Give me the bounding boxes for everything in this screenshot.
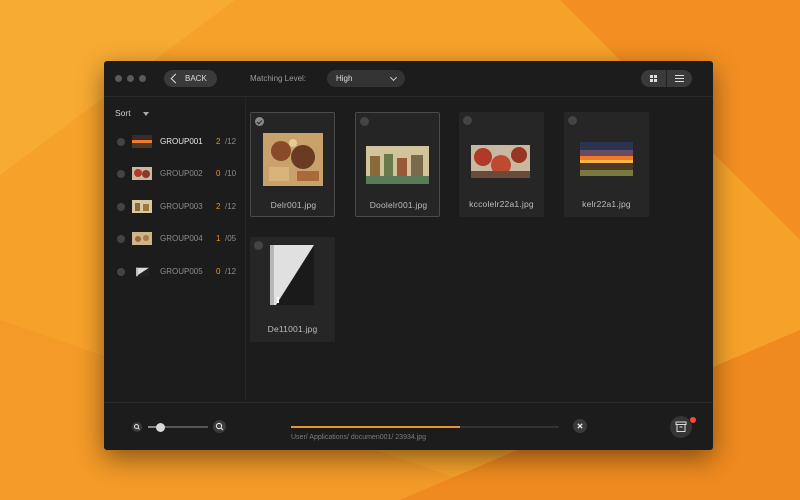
notification-badge	[689, 416, 697, 424]
checkmark-icon[interactable]	[255, 117, 264, 126]
close-icon	[577, 423, 583, 429]
back-button-label: BACK	[185, 74, 207, 83]
zoom-out-button[interactable]	[132, 422, 142, 432]
group-name: GROUP004	[160, 234, 203, 243]
group-count: 2	[216, 137, 221, 146]
group-name: GROUP003	[160, 202, 203, 211]
group-name: GROUP002	[160, 169, 203, 178]
back-button[interactable]: BACK	[164, 70, 217, 87]
group-radio[interactable]	[117, 170, 125, 178]
app-window: BACK Matching Level: High Sort GROUP001 …	[104, 61, 713, 450]
chevron-left-icon	[170, 73, 181, 84]
file-name: kelr22a1.jpg	[582, 199, 631, 209]
file-card[interactable]: kccolelr22a1.jpg	[459, 112, 544, 217]
select-checkbox[interactable]	[360, 117, 369, 126]
archive-box-icon	[675, 421, 687, 432]
matching-level-select[interactable]: High	[327, 70, 405, 87]
scan-progress-bar	[291, 426, 559, 428]
mural-image	[263, 133, 323, 186]
group-count: 2	[216, 202, 221, 211]
zoom-slider[interactable]	[148, 422, 208, 432]
sunset-thumbnail	[132, 135, 152, 148]
grid-view-button[interactable]	[641, 70, 667, 87]
group-name: GROUP005	[160, 267, 203, 276]
red-mural-thumbnail	[132, 167, 152, 180]
sunset-image	[580, 142, 633, 176]
list-view-button[interactable]	[667, 70, 692, 87]
group-count: 0	[216, 267, 221, 276]
group-name: GROUP001	[160, 137, 203, 146]
select-checkbox[interactable]	[463, 116, 472, 125]
grid-icon	[650, 75, 657, 82]
group-item[interactable]: GROUP002 0 /10	[104, 164, 246, 184]
mural-image	[366, 146, 429, 184]
file-name: Delr001.jpg	[270, 200, 317, 210]
file-name: kccolelr22a1.jpg	[469, 199, 534, 209]
select-checkbox[interactable]	[254, 241, 263, 250]
group-radio[interactable]	[117, 138, 125, 146]
zoom-in-button[interactable]	[213, 420, 226, 433]
file-card[interactable]: De11001.jpg	[250, 237, 335, 342]
group-item[interactable]: GROUP005 0 /12	[104, 262, 246, 282]
group-total: /12	[225, 202, 237, 211]
window-dot-minimize[interactable]	[127, 75, 134, 82]
zoom-slider-handle[interactable]	[155, 422, 165, 432]
file-card[interactable]: Delr001.jpg	[250, 112, 335, 217]
zoom-out-icon	[134, 424, 140, 430]
group-total: /10	[225, 169, 237, 178]
sort-button[interactable]: Sort	[115, 108, 131, 118]
file-name: Doolelr001.jpg	[369, 200, 428, 210]
group-item[interactable]: GROUP004 1 /05	[104, 229, 246, 249]
mural-thumbnail	[132, 232, 152, 245]
group-total: /12	[225, 137, 237, 146]
file-name: De11001.jpg	[267, 324, 318, 334]
matching-level-value: High	[336, 74, 353, 83]
chevron-down-icon	[389, 73, 398, 82]
file-card[interactable]: kelr22a1.jpg	[564, 112, 649, 217]
document-thumbnail	[136, 267, 149, 277]
toolbar: BACK Matching Level: High	[104, 61, 713, 97]
document-image	[270, 245, 314, 305]
window-dot-close[interactable]	[115, 75, 122, 82]
select-checkbox[interactable]	[568, 116, 577, 125]
zoom-in-icon	[215, 422, 224, 431]
caret-down-icon[interactable]	[143, 112, 149, 116]
current-file-path: User/ Applications/ documen001/ 23934.jp…	[291, 434, 427, 441]
group-item[interactable]: GROUP001 2 /12	[104, 132, 246, 152]
group-count: 0	[216, 169, 221, 178]
group-count: 1	[216, 234, 221, 243]
view-mode-toggle	[641, 70, 692, 87]
list-icon	[675, 75, 684, 82]
window-dot-zoom[interactable]	[139, 75, 146, 82]
group-radio[interactable]	[117, 268, 125, 276]
status-bar: User/ Applications/ documen001/ 23934.jp…	[104, 402, 713, 450]
group-sidebar: Sort GROUP001 2 /12 GROUP002 0 /10 GROUP…	[104, 98, 246, 402]
scan-progress-fill	[291, 426, 460, 428]
matching-level-label: Matching Level:	[250, 74, 307, 83]
file-card[interactable]: Doolelr001.jpg	[355, 112, 440, 217]
group-radio[interactable]	[117, 235, 125, 243]
group-total: /12	[225, 267, 237, 276]
group-radio[interactable]	[117, 203, 125, 211]
red-mural-image	[471, 145, 530, 178]
group-total: /05	[225, 234, 237, 243]
mural-thumbnail	[132, 200, 152, 213]
cancel-scan-button[interactable]	[573, 419, 587, 433]
group-item[interactable]: GROUP003 2 /12	[104, 197, 246, 217]
